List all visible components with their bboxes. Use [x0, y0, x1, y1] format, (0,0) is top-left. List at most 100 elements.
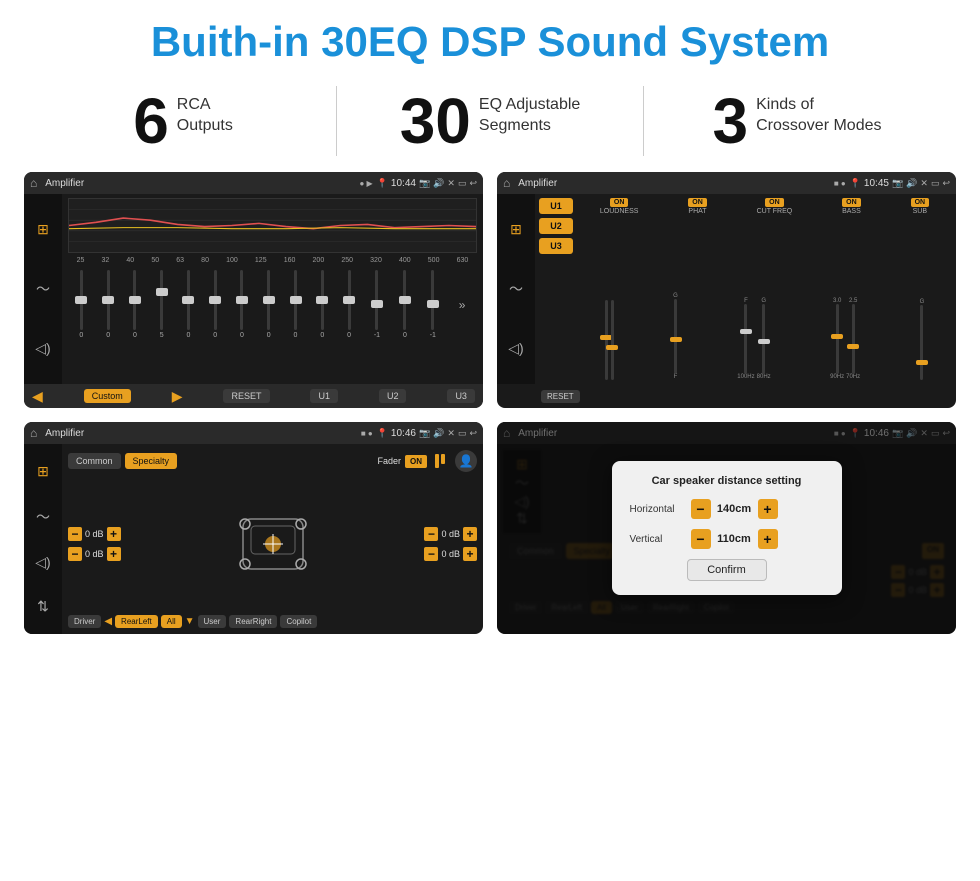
location-icon-2: 📍: [850, 178, 861, 189]
amp2-icon-wave[interactable]: 〜: [509, 279, 523, 299]
amp2-sidebar: ⊞ 〜 ◁): [497, 194, 535, 384]
reset-btn[interactable]: RESET: [541, 390, 580, 403]
slider-8[interactable]: 0: [267, 267, 271, 342]
slider-6[interactable]: 0: [213, 267, 217, 342]
cutfreq-on[interactable]: ON: [765, 198, 784, 207]
amp2-icon-speaker[interactable]: ◁): [508, 340, 523, 357]
dot-icons-3: ■ ●: [361, 429, 373, 438]
eq-icon-filter[interactable]: ⊞: [37, 221, 49, 238]
fader-icon-wave[interactable]: 〜: [36, 507, 50, 527]
stat-divider-1: [336, 86, 337, 156]
slider-10[interactable]: 0: [320, 267, 324, 342]
nav-u3[interactable]: U3: [447, 389, 475, 403]
eq-icon-speaker[interactable]: ◁): [35, 340, 50, 357]
db-plus-tl[interactable]: +: [107, 527, 121, 541]
home-icon-2: ⌂: [503, 176, 510, 190]
bass-label: BASS: [842, 208, 861, 215]
db-plus-bl[interactable]: +: [107, 547, 121, 561]
horizontal-plus[interactable]: +: [758, 499, 778, 519]
slider-5[interactable]: 0: [186, 267, 190, 342]
rearright-btn[interactable]: RearRight: [229, 615, 277, 628]
left-arrow[interactable]: ◀: [104, 616, 112, 627]
eq-nav-bar: ◀ Custom ▶ RESET U1 U2 U3: [24, 384, 483, 408]
slider-1[interactable]: 0: [79, 267, 83, 342]
confirm-button[interactable]: Confirm: [687, 559, 767, 581]
loudness-on[interactable]: ON: [610, 198, 629, 207]
stat-number-eq: 30: [400, 89, 471, 153]
fader-bar-2: [441, 454, 445, 464]
preset-u1[interactable]: U1: [539, 198, 573, 214]
vertical-minus[interactable]: −: [691, 529, 711, 549]
bass-on[interactable]: ON: [842, 198, 861, 207]
fader-sliders-row: [435, 454, 445, 468]
horizontal-minus[interactable]: −: [691, 499, 711, 519]
down-arrow[interactable]: ▼: [185, 616, 195, 627]
sub-sliders: G: [920, 299, 925, 380]
fader-on[interactable]: ON: [405, 455, 427, 468]
copilot-btn[interactable]: Copilot: [280, 615, 317, 628]
all-btn[interactable]: All: [161, 615, 182, 628]
screen-dist: ⌂ Amplifier ■ ● 📍 10:46 📷 🔊 ✕ ▭ ↩ ⊞ 〜: [497, 422, 956, 634]
fader-icon-filter[interactable]: ⊞: [37, 463, 49, 480]
eq-graph: [68, 198, 477, 253]
preset-u3[interactable]: U3: [539, 238, 573, 254]
loudness-label: LOUDNESS: [600, 208, 639, 215]
amp2-icon-filter[interactable]: ⊞: [510, 221, 522, 238]
eq-icon-wave[interactable]: 〜: [36, 279, 50, 299]
specialty-btn[interactable]: Specialty: [125, 453, 178, 469]
loudness-slider-1[interactable]: [605, 300, 608, 380]
ctrl-loudness: ON LOUDNESS: [600, 198, 639, 215]
fader-icon-speaker[interactable]: ◁): [35, 554, 50, 571]
dialog-title: Car speaker distance setting: [630, 475, 824, 487]
phat-on[interactable]: ON: [688, 198, 707, 207]
user-btn-fader[interactable]: User: [198, 615, 227, 628]
slider-12[interactable]: -1: [374, 267, 380, 342]
time-eq: 10:44: [391, 178, 416, 189]
nav-u2[interactable]: U2: [379, 389, 407, 403]
sub-slider[interactable]: [920, 305, 923, 380]
statusbar-fader: ⌂ Amplifier ■ ● 📍 10:46 📷 🔊 ✕ ▭ ↩: [24, 422, 483, 444]
db-plus-tr[interactable]: +: [463, 527, 477, 541]
slider-4[interactable]: 5: [160, 267, 164, 342]
driver-btn[interactable]: Driver: [68, 615, 101, 628]
db-control-tl: − 0 dB +: [68, 527, 121, 541]
fader-main-area: Common Specialty Fader ON 👤: [62, 444, 483, 634]
bass-slider-2[interactable]: [852, 304, 855, 374]
vertical-plus[interactable]: +: [758, 529, 778, 549]
db-minus-br[interactable]: −: [424, 547, 438, 561]
fader-icon-arrows[interactable]: ⇅: [37, 598, 49, 615]
phat-slider[interactable]: [674, 299, 677, 374]
slider-3[interactable]: 0: [133, 267, 137, 342]
preset-u2[interactable]: U2: [539, 218, 573, 234]
slider-7[interactable]: 0: [240, 267, 244, 342]
db-control-tr: − 0 dB +: [424, 527, 477, 541]
common-btn[interactable]: Common: [68, 453, 121, 469]
nav-reset[interactable]: RESET: [223, 389, 269, 403]
cam-icon-2: 📷: [892, 178, 903, 189]
expand-icon[interactable]: »: [459, 298, 466, 312]
prev-icon[interactable]: ◀: [32, 388, 43, 405]
db-minus-tl[interactable]: −: [68, 527, 82, 541]
cutfreq-slider-2[interactable]: [762, 304, 765, 374]
slider-14[interactable]: -1: [430, 267, 436, 342]
db-plus-br[interactable]: +: [463, 547, 477, 561]
cutfreq-slider-1[interactable]: [744, 304, 747, 374]
slider-13[interactable]: 0: [403, 267, 407, 342]
screen-eq: ⌂ Amplifier ● ▶ 📍 10:44 📷 🔊 ✕ ▭ ↩ ⊞ 〜 ◁): [24, 172, 483, 408]
db-minus-tr[interactable]: −: [424, 527, 438, 541]
nav-u1[interactable]: U1: [310, 389, 338, 403]
nav-custom[interactable]: Custom: [84, 389, 131, 403]
slider-2[interactable]: 0: [106, 267, 110, 342]
fader-left-db: − 0 dB + − 0 dB +: [68, 527, 121, 561]
db-minus-bl[interactable]: −: [68, 547, 82, 561]
bass-slider-1[interactable]: [836, 304, 839, 374]
slider-11[interactable]: 0: [347, 267, 351, 342]
loudness-sliders: [605, 300, 614, 380]
sub-on[interactable]: ON: [911, 198, 930, 207]
next-icon[interactable]: ▶: [172, 388, 183, 405]
statusbar-eq: ⌂ Amplifier ● ▶ 📍 10:44 📷 🔊 ✕ ▭ ↩: [24, 172, 483, 194]
slider-9[interactable]: 0: [294, 267, 298, 342]
rearleft-btn[interactable]: RearLeft: [115, 615, 158, 628]
user-avatar[interactable]: 👤: [455, 450, 477, 472]
loudness-slider-2[interactable]: [611, 300, 614, 380]
